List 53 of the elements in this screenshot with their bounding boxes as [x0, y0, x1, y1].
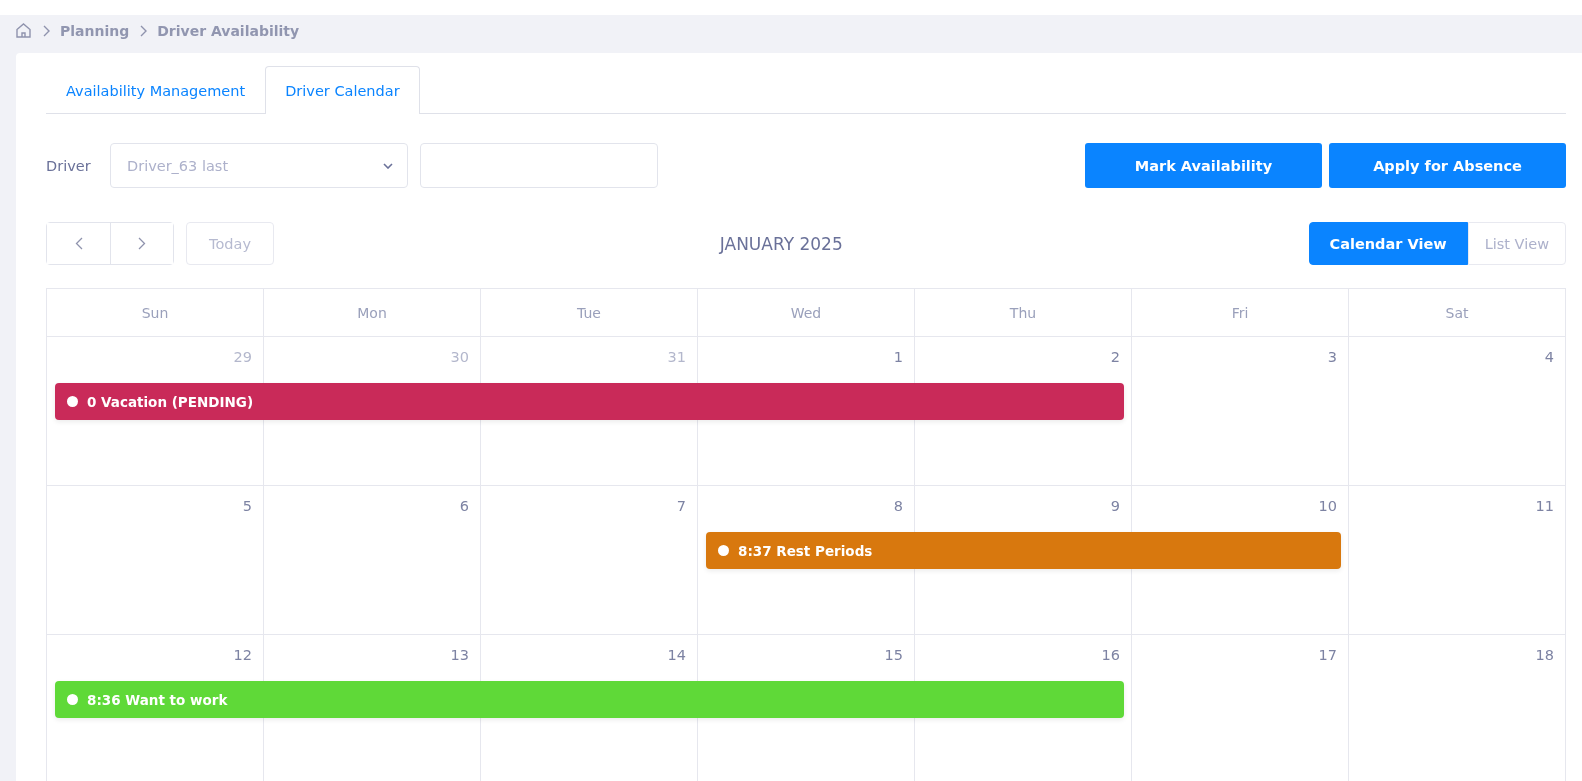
month-title: JANUARY 2025 — [718, 233, 844, 254]
weekday-header: Wed — [698, 289, 915, 337]
day-number[interactable]: 14 — [667, 635, 698, 681]
home-icon[interactable] — [15, 22, 32, 39]
tab[interactable]: Availability Management — [46, 66, 266, 114]
day-number[interactable]: 16 — [1101, 635, 1132, 681]
text-field[interactable] — [420, 143, 658, 188]
day-number[interactable]: 8 — [893, 486, 915, 532]
next-button[interactable] — [110, 223, 173, 264]
day-number[interactable]: 9 — [1110, 486, 1132, 532]
day-number[interactable]: 11 — [1535, 486, 1566, 532]
day-number[interactable]: 5 — [242, 486, 264, 532]
weekday-header: Mon — [264, 289, 481, 337]
day-number[interactable]: 13 — [450, 635, 481, 681]
field-label: Driver — [46, 157, 92, 174]
weekday-header: Tue — [481, 289, 698, 337]
day-number[interactable]: 6 — [459, 486, 481, 532]
chevron-right-icon — [138, 237, 146, 250]
dot-icon — [67, 694, 78, 705]
day-number[interactable]: 7 — [676, 486, 698, 532]
day-number[interactable]: 15 — [884, 635, 915, 681]
dot-icon — [67, 396, 78, 407]
action-button[interactable]: Mark Availability — [1085, 143, 1322, 188]
driver-select[interactable]: Driver_63 last — [110, 143, 408, 188]
day-number[interactable]: 17 — [1318, 635, 1349, 681]
action-button[interactable]: Apply for Absence — [1329, 143, 1566, 188]
weekday-header: Sun — [47, 289, 264, 337]
day-number[interactable]: 1 — [893, 337, 915, 383]
tab[interactable]: Driver Calendar — [265, 66, 420, 114]
weekday-header: Sat — [1349, 289, 1566, 337]
breadcrumb-link[interactable]: Planning — [60, 22, 130, 39]
day-number[interactable]: 3 — [1327, 337, 1349, 383]
weekday-header: Thu — [915, 289, 1132, 337]
view-toggle[interactable]: List View — [1467, 222, 1566, 265]
dot-icon — [718, 545, 729, 556]
day-number[interactable]: 30 — [450, 337, 481, 383]
day-number[interactable]: 12 — [233, 635, 264, 681]
breadcrumb-link[interactable]: Driver Availability — [157, 22, 300, 39]
day-number[interactable]: 2 — [1110, 337, 1132, 383]
day-number[interactable]: 4 — [1544, 337, 1566, 383]
day-number[interactable]: 29 — [233, 337, 264, 383]
event-bar[interactable]: 8:37 Rest Periods — [706, 532, 1341, 569]
chevron-right-icon — [42, 24, 50, 37]
today-button[interactable]: Today — [186, 222, 274, 265]
chevron-right-icon — [139, 24, 148, 37]
day-number[interactable]: 31 — [667, 337, 698, 383]
weekday-header: Fri — [1132, 289, 1349, 337]
day-number[interactable]: 10 — [1318, 486, 1349, 532]
day-number[interactable]: 18 — [1535, 635, 1566, 681]
view-toggle[interactable]: Calendar View — [1308, 222, 1468, 265]
event-bar[interactable]: 0 Vacation (PENDING) — [55, 383, 1124, 420]
caret-down-icon — [383, 162, 393, 169]
chevron-left-icon — [74, 237, 83, 250]
